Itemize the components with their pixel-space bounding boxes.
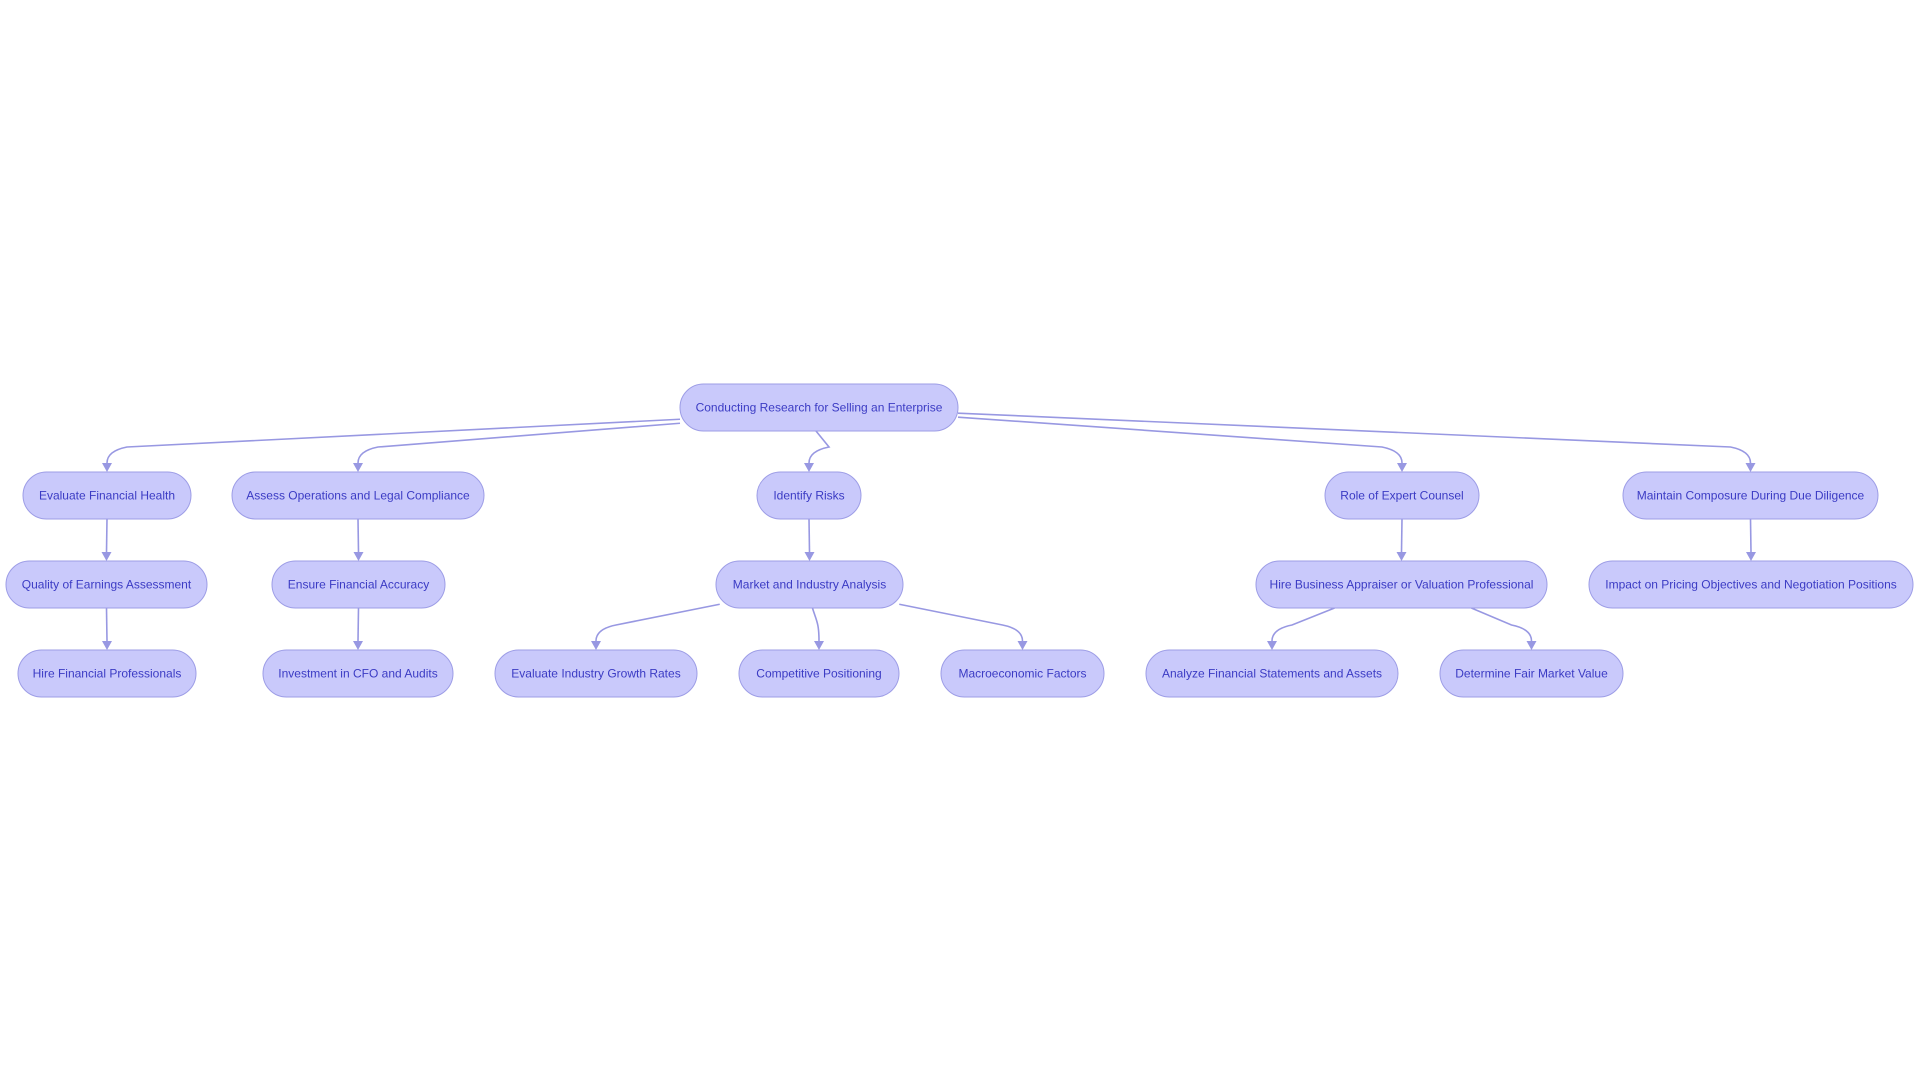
arrowhead-icon <box>102 641 112 650</box>
edges-layer <box>101 412 1756 650</box>
arrowhead-icon <box>1267 641 1277 650</box>
node-role-of-expert-counsel: Role of Expert Counsel <box>1324 471 1480 520</box>
node-maintain-composure-during-due-diligence: Maintain Composure During Due Diligence <box>1622 471 1879 520</box>
node-hire-business-appraiser-or-valuation-professional: Hire Business Appraiser or Valuation Pro… <box>1255 560 1548 609</box>
edge-root-to-efh <box>106 418 681 464</box>
arrowhead-icon <box>814 641 824 650</box>
node-evaluate-financial-health: Evaluate Financial Health <box>22 471 192 520</box>
node-label: Ensure Financial Accuracy <box>288 578 429 592</box>
flowchart-diagram: Conducting Research for Selling an Enter… <box>5 383 1914 698</box>
edge-qea-to-hfp <box>105 607 108 642</box>
node-label: Evaluate Financial Health <box>39 489 175 503</box>
edge-hba-to-afsa <box>1271 607 1335 642</box>
node-label: Conducting Research for Selling an Enter… <box>696 401 943 415</box>
arrowhead-icon <box>353 552 364 561</box>
arrowhead-icon <box>101 552 112 561</box>
arrowhead-icon <box>1397 463 1407 472</box>
arrowhead-icon <box>1745 463 1756 472</box>
node-competitive-positioning: Competitive Positioning <box>738 649 900 698</box>
edge-root-to-rec <box>957 416 1403 464</box>
node-label: Assess Operations and Legal Compliance <box>246 489 470 503</box>
node-label: Macroeconomic Factors <box>958 667 1086 681</box>
node-label: Competitive Positioning <box>756 667 881 681</box>
node-identify-risks: Identify Risks <box>756 471 862 520</box>
edge-mcdd-to-ipo <box>1749 518 1752 553</box>
edge-mia-to-eigr <box>595 603 720 642</box>
arrowhead-icon <box>1396 552 1407 561</box>
edge-rec-to-hba <box>1400 518 1403 553</box>
arrowhead-icon <box>804 552 815 561</box>
node-label: Investment in CFO and Audits <box>278 667 437 681</box>
node-market-and-industry-analysis: Market and Industry Analysis <box>715 560 904 609</box>
arrowhead-icon <box>353 463 363 472</box>
edge-efa-to-icfo <box>357 607 360 642</box>
node-conducting-research-for-selling-an-enterprise: Conducting Research for Selling an Enter… <box>679 383 959 432</box>
node-ensure-financial-accuracy: Ensure Financial Accuracy <box>271 560 446 609</box>
node-macroeconomic-factors: Macroeconomic Factors <box>940 649 1105 698</box>
edge-mia-to-mf <box>899 603 1024 642</box>
arrowhead-icon <box>1017 641 1028 650</box>
node-impact-on-pricing-objectives-and-negotiation-positions: Impact on Pricing Objectives and Negotia… <box>1588 560 1914 609</box>
edge-aolc-to-efa <box>357 518 360 553</box>
node-label: Hire Business Appraiser or Valuation Pro… <box>1270 578 1534 592</box>
node-label: Role of Expert Counsel <box>1340 489 1463 503</box>
node-label: Maintain Composure During Due Diligence <box>1637 489 1865 503</box>
edge-hba-to-dfmv <box>1471 607 1533 642</box>
node-determine-fair-market-value: Determine Fair Market Value <box>1439 649 1624 698</box>
node-label: Identify Risks <box>773 489 844 503</box>
arrowhead-icon <box>1526 641 1537 650</box>
arrowhead-icon <box>353 641 363 650</box>
arrowhead-icon <box>102 463 112 472</box>
arrowhead-icon <box>1746 552 1756 561</box>
arrowhead-icon <box>591 641 601 650</box>
node-label: Evaluate Industry Growth Rates <box>511 667 680 681</box>
node-analyze-financial-statements-and-assets: Analyze Financial Statements and Assets <box>1145 649 1399 698</box>
node-assess-operations-and-legal-compliance: Assess Operations and Legal Compliance <box>231 471 485 520</box>
node-label: Hire Financial Professionals <box>33 667 182 681</box>
node-label: Determine Fair Market Value <box>1455 667 1608 681</box>
arrowhead-icon <box>804 463 814 472</box>
edge-root-to-aolc <box>357 422 681 464</box>
node-evaluate-industry-growth-rates: Evaluate Industry Growth Rates <box>494 649 698 698</box>
edge-root-to-ir <box>808 430 831 464</box>
edge-root-to-mcdd <box>957 412 1752 464</box>
edge-efh-to-qea <box>105 518 108 553</box>
node-hire-financial-professionals: Hire Financial Professionals <box>17 649 197 698</box>
node-label: Market and Industry Analysis <box>733 578 886 592</box>
node-label: Quality of Earnings Assessment <box>22 578 192 592</box>
node-label: Analyze Financial Statements and Assets <box>1162 667 1382 681</box>
edge-mia-to-cp <box>811 607 820 642</box>
node-investment-in-cfo-and-audits: Investment in CFO and Audits <box>262 649 454 698</box>
node-quality-of-earnings-assessment: Quality of Earnings Assessment <box>5 560 208 609</box>
node-label: Impact on Pricing Objectives and Negotia… <box>1605 578 1897 592</box>
nodes-layer: Conducting Research for Selling an Enter… <box>5 383 1914 698</box>
edge-ir-to-mia <box>808 518 811 553</box>
